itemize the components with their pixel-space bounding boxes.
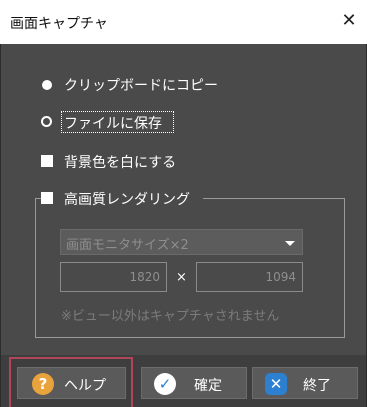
help-button-label: ヘルプ <box>64 378 106 394</box>
width-input[interactable]: 1820 <box>60 262 167 292</box>
size-select-value: 画面モニタサイズ×2 <box>66 238 189 253</box>
radio-clipboard[interactable] <box>42 80 52 90</box>
height-input[interactable]: 1094 <box>196 262 303 292</box>
help-button[interactable]: ? ヘルプ <box>17 367 126 399</box>
checkbox-white-bg[interactable] <box>41 155 53 167</box>
times-sign: × <box>176 270 187 285</box>
ok-button[interactable]: ✓ 確定 <box>141 367 247 399</box>
cross-icon: ✕ <box>265 373 287 395</box>
radio-file-label[interactable]: ファイルに保存 <box>64 113 162 133</box>
radio-clipboard-label[interactable]: クリップボードにコピー <box>64 75 218 95</box>
size-select[interactable]: 画面モニタサイズ×2 <box>60 229 303 255</box>
ok-button-label: 確定 <box>194 378 222 394</box>
width-value: 1820 <box>129 270 160 284</box>
window-title: 画面キャプチャ <box>10 16 108 32</box>
close-icon[interactable]: ✕ <box>337 9 361 33</box>
checkbox-hq[interactable] <box>41 192 53 204</box>
check-icon: ✓ <box>154 373 176 395</box>
capture-note: ※ビュー以外はキャプチャされません <box>61 309 280 324</box>
chevron-down-icon <box>285 241 295 246</box>
title-bar: 画面キャプチャ ✕ <box>0 0 367 44</box>
close-button[interactable]: ✕ 終了 <box>252 367 358 399</box>
checkbox-white-bg-label[interactable]: 背景色を白にする <box>64 152 176 172</box>
radio-file[interactable] <box>41 116 52 127</box>
checkbox-hq-label[interactable]: 高画質レンダリング <box>64 189 190 209</box>
height-value: 1094 <box>265 270 296 284</box>
help-icon: ? <box>32 373 54 395</box>
group-border <box>203 198 345 199</box>
close-button-label: 終了 <box>303 378 331 394</box>
